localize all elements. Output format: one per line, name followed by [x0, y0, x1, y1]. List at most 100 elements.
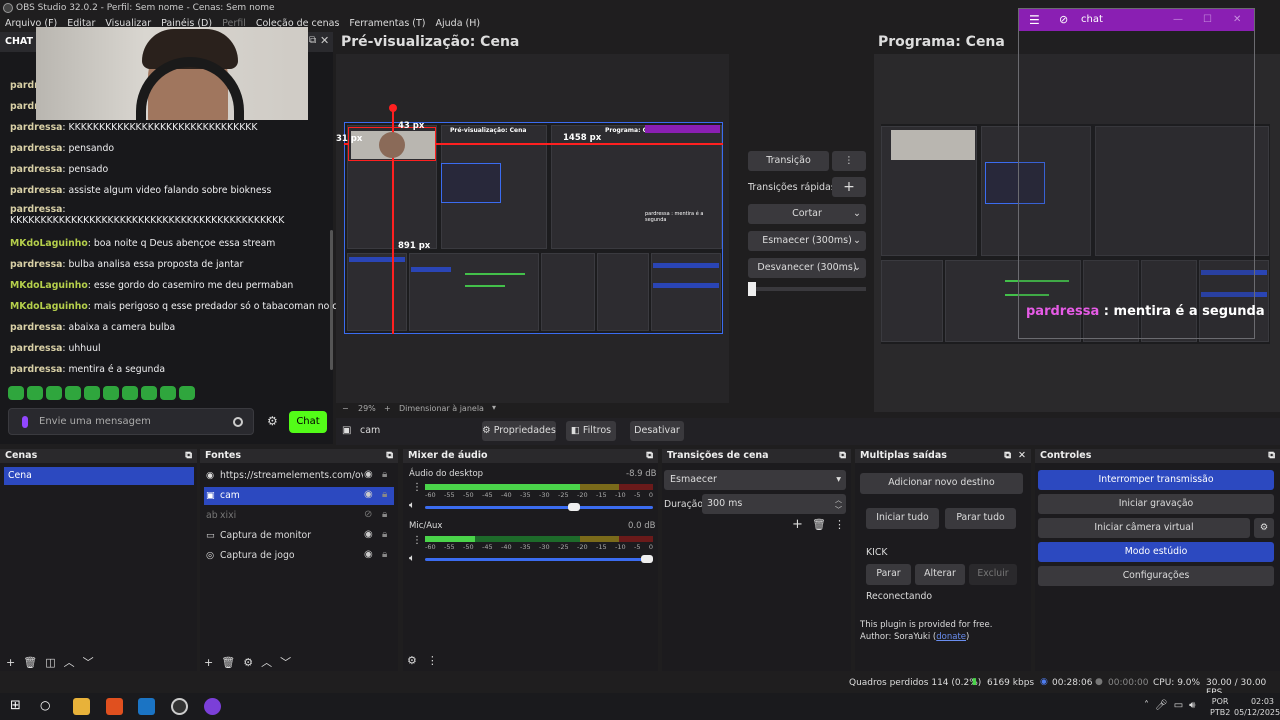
properties-button[interactable]: ⚙ Propriedades: [482, 421, 556, 441]
start-virtual-camera-button[interactable]: Iniciar câmera virtual: [1038, 518, 1250, 538]
mic-icon[interactable]: [22, 416, 28, 428]
down-arrow-icon[interactable]: ﹀: [83, 656, 102, 669]
zoom-out-icon[interactable]: −: [342, 404, 349, 413]
rotate-handle[interactable]: [389, 104, 397, 112]
eye-icon[interactable]: ◉: [364, 529, 373, 540]
transition-type-select[interactable]: Esmaecer ▾: [664, 470, 846, 490]
lock-icon[interactable]: 🔒︎: [382, 549, 387, 560]
brave-browser-icon[interactable]: [106, 698, 123, 715]
dock-float-icon[interactable]: ⧉: [386, 449, 393, 463]
no-pin-icon[interactable]: ⊘: [1059, 9, 1068, 31]
speaker-icon[interactable]: 🔈︎: [409, 500, 415, 511]
dock-float-icon[interactable]: ⧉: [309, 35, 316, 46]
scale-chevron-down-icon[interactable]: ▾: [492, 403, 496, 412]
dock-float-icon[interactable]: ⧉: [1268, 449, 1275, 463]
up-arrow-icon[interactable]: ︿: [261, 656, 280, 669]
settings-button[interactable]: Configurações: [1038, 566, 1274, 586]
close-icon[interactable]: ✕: [1018, 449, 1026, 463]
studio-mode-button[interactable]: Modo estúdio: [1038, 542, 1274, 562]
down-arrow-icon[interactable]: ﹀: [280, 656, 299, 669]
emote-icon[interactable]: [141, 386, 157, 400]
cut-button[interactable]: Cortar ⌄: [748, 204, 866, 224]
transition-more-icon[interactable]: ⋮: [834, 518, 845, 531]
transition-menu-icon[interactable]: ⋮: [832, 151, 866, 171]
filter-icon[interactable]: ◫: [45, 656, 63, 669]
duration-spinbox[interactable]: 300 ms ︿ ﹀: [702, 494, 846, 514]
emote-icon[interactable]: [8, 386, 24, 400]
desktop-audio-menu-icon[interactable]: ⋮: [412, 482, 422, 493]
chat-settings-gear-icon[interactable]: ⚙: [267, 414, 278, 428]
emote-icon[interactable]: [160, 386, 176, 400]
file-explorer-icon[interactable]: [73, 698, 90, 715]
maximize-icon[interactable]: ☐: [1203, 9, 1212, 31]
stop-all-button[interactable]: Parar tudo: [945, 508, 1016, 529]
gear-icon[interactable]: ⚙: [243, 656, 261, 669]
clock[interactable]: 02:03 05/12/2025: [1234, 696, 1280, 718]
windows-start-icon[interactable]: ⊞: [10, 698, 27, 715]
chat-send-button[interactable]: Chat: [289, 411, 327, 433]
app-icon[interactable]: [204, 698, 221, 715]
change-button[interactable]: Alterar: [915, 564, 965, 585]
chat-popup-window[interactable]: ☰ ⊘ chat — ☐ ✕: [1018, 8, 1255, 339]
deactivate-button[interactable]: Desativar: [630, 421, 684, 441]
lock-icon[interactable]: 🔒︎: [382, 469, 387, 480]
emote-icon[interactable]: [65, 386, 81, 400]
filters-button[interactable]: ◧ Filtros: [566, 421, 616, 441]
desktop-audio-volume-slider[interactable]: [425, 503, 653, 511]
donate-link[interactable]: donate: [936, 632, 966, 642]
lock-icon[interactable]: 🔒︎: [382, 529, 387, 540]
eye-off-icon[interactable]: ⊘: [364, 509, 372, 520]
spin-down-icon[interactable]: ﹀: [835, 500, 842, 520]
slider-knob[interactable]: [568, 503, 581, 511]
steam-icon[interactable]: [138, 698, 155, 715]
add-icon[interactable]: +: [204, 656, 221, 669]
start-all-button[interactable]: Iniciar tudo: [866, 508, 939, 529]
stop-stream-button[interactable]: Interromper transmissão: [1038, 470, 1274, 490]
emote-icon[interactable]: [122, 386, 138, 400]
mic-aux-volume-slider[interactable]: [425, 555, 653, 563]
virtual-camera-gear-icon[interactable]: ⚙: [1254, 518, 1274, 538]
advanced-audio-icon[interactable]: ⚙: [407, 654, 427, 667]
chat-message-input[interactable]: Envie uma mensagem: [8, 408, 254, 435]
menu-ajuda[interactable]: Ajuda (H): [431, 16, 486, 31]
dock-float-icon[interactable]: ⧉: [839, 449, 846, 463]
language-indicator[interactable]: POR PTB2: [1210, 696, 1230, 718]
stop-button[interactable]: Parar: [866, 564, 911, 585]
dock-float-icon[interactable]: ⧉: [1004, 449, 1011, 463]
obs-taskbar-icon[interactable]: [171, 698, 188, 715]
search-icon[interactable]: ○: [40, 698, 57, 715]
start-recording-button[interactable]: Iniciar gravação: [1038, 494, 1274, 514]
eye-icon[interactable]: ◉: [364, 469, 373, 480]
up-arrow-icon[interactable]: ︿: [64, 656, 83, 669]
delete-transition-icon[interactable]: 🗑︎: [812, 518, 826, 531]
chevron-down-icon[interactable]: ▾: [836, 470, 841, 490]
eye-icon[interactable]: ◉: [364, 489, 373, 500]
cam-selection-box[interactable]: [348, 127, 436, 161]
mic-aux-menu-icon[interactable]: ⋮: [412, 535, 422, 546]
delete-button[interactable]: Excluir: [969, 564, 1017, 585]
minimize-icon[interactable]: —: [1173, 9, 1183, 31]
emoji-icon[interactable]: [233, 417, 243, 427]
emote-icon[interactable]: [84, 386, 100, 400]
add-transition-icon[interactable]: +: [792, 517, 803, 532]
speaker-icon[interactable]: 🔈︎: [409, 553, 415, 564]
add-icon[interactable]: +: [6, 656, 23, 669]
chevron-down-icon[interactable]: ⌄: [853, 231, 861, 251]
t-bar-track[interactable]: [748, 287, 866, 291]
menu-ferramentas[interactable]: Ferramentas (T): [344, 16, 430, 31]
mixer-menu-icon[interactable]: ⋮: [427, 654, 448, 667]
zoom-in-icon[interactable]: +: [384, 404, 391, 413]
fade-button[interactable]: Esmaecer (300ms) ⌄: [748, 231, 866, 251]
scale-mode[interactable]: Dimensionar à janela: [399, 404, 484, 413]
add-destination-button[interactable]: Adicionar novo destino: [860, 473, 1023, 494]
hamburger-menu-icon[interactable]: ☰: [1029, 9, 1040, 31]
add-quick-transition-icon[interactable]: +: [832, 177, 866, 197]
trash-icon[interactable]: 🗑︎: [23, 656, 45, 669]
scene-item[interactable]: Cena: [4, 467, 194, 485]
emote-icon[interactable]: [46, 386, 62, 400]
dock-float-icon[interactable]: ⧉: [646, 449, 653, 463]
lock-icon[interactable]: 🔒︎: [382, 509, 387, 520]
emote-icon[interactable]: [103, 386, 119, 400]
close-icon[interactable]: ✕: [1233, 9, 1241, 31]
slider-knob[interactable]: [641, 555, 653, 563]
